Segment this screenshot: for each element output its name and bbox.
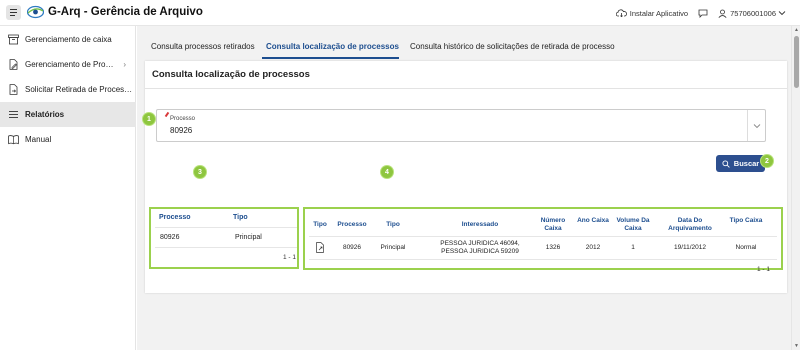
sidebar: Gerenciamento de caixa Gerenciamento de … [0, 26, 136, 350]
query-card: Consulta localização de processos Proces… [145, 61, 787, 293]
column-header: Processo [159, 214, 191, 221]
cell-tipo: Principal [380, 244, 406, 251]
main-content: Consulta processos retirados Consulta lo… [137, 26, 791, 350]
badge-4: 4 [380, 165, 394, 179]
page-scrollbar[interactable]: ▲ ▼ [791, 26, 800, 350]
tab-bar: Consulta processos retirados Consulta lo… [137, 26, 791, 59]
search-button-label: Buscar [733, 159, 760, 168]
column-header: Tipo [233, 214, 248, 221]
column-header: Tipo [386, 221, 400, 228]
sidebar-item-relatorios[interactable]: Relatórios [0, 102, 136, 127]
divider [155, 247, 297, 248]
logo-icon [27, 5, 44, 19]
chevron-down-icon [753, 123, 760, 128]
user-menu[interactable]: 75706001006 [730, 9, 776, 18]
list-icon [9, 111, 18, 118]
column-header: Ano Caixa [577, 217, 609, 224]
cell-interessado-line2: PESSOA JURIDICA 59209 [441, 248, 519, 255]
scroll-thumb[interactable] [794, 36, 799, 88]
pagination: 1 - 1 [757, 266, 771, 273]
dropdown-toggle[interactable] [747, 110, 765, 141]
chevron-right-icon: › [123, 60, 126, 69]
document-link-icon[interactable] [315, 242, 325, 253]
sidebar-item-label: Solicitar Retirada de Proces… [25, 85, 133, 94]
process-select[interactable]: Processo 80926 [156, 109, 766, 142]
card-title: Consulta localização de processos [152, 69, 310, 80]
book-icon [8, 135, 19, 145]
scroll-up-icon[interactable]: ▲ [794, 27, 799, 33]
sidebar-item-label: Gerenciamento de Pro… [25, 60, 114, 69]
column-header: Data Do Arquivamento [668, 217, 712, 232]
cell-data-arquivamento: 19/11/2012 [673, 244, 707, 251]
document-arrow-icon [9, 84, 18, 95]
search-icon [722, 159, 730, 168]
scroll-down-icon[interactable]: ▼ [794, 343, 799, 349]
chat-icon[interactable] [698, 9, 708, 18]
divider [309, 236, 777, 237]
divider [309, 259, 777, 260]
active-tab-indicator [262, 57, 399, 59]
column-header: Interessado [461, 221, 499, 228]
column-header: Número Caixa [540, 217, 566, 232]
column-header: Tipo Caixa [729, 217, 763, 224]
sidebar-item-label: Manual [25, 135, 52, 144]
header-actions: Instalar Aplicativo 75706001006 [615, 0, 800, 26]
app-title: G-Arq - Gerência de Arquivo [48, 6, 203, 18]
pagination: 1 - 1 [283, 254, 297, 261]
user-icon [718, 9, 727, 18]
sidebar-item-solicitar-retirada[interactable]: Solicitar Retirada de Proces… [0, 77, 136, 102]
process-field-value: 80926 [170, 126, 193, 135]
column-header: Processo [337, 221, 367, 228]
process-field-label: Processo [170, 116, 196, 122]
badge-2: 2 [760, 154, 774, 168]
search-button[interactable]: Buscar [716, 155, 765, 172]
sidebar-item-gerenciamento-caixa[interactable]: Gerenciamento de caixa [0, 27, 136, 52]
required-marker [164, 111, 170, 118]
sidebar-item-gerenciamento-processos[interactable]: Gerenciamento de Pro… › [0, 52, 136, 77]
cell-tipo-caixa: Normal [735, 244, 757, 251]
cloud-download-icon[interactable] [615, 9, 627, 17]
divider [145, 88, 787, 89]
column-header: Volume Da Caixa [616, 217, 650, 232]
badge-1: 1 [142, 112, 156, 126]
cell-processo: 80926 [160, 234, 180, 241]
cell-ano-caixa: 2012 [585, 244, 601, 251]
tab-localizacao-processos[interactable]: Consulta localização de processos [266, 42, 399, 51]
chevron-down-icon[interactable] [778, 10, 786, 16]
tab-historico-solicitacoes[interactable]: Consulta histórico de solicitações de re… [410, 42, 615, 51]
archive-box-icon [8, 34, 19, 45]
divider [155, 227, 297, 228]
badge-3: 3 [193, 165, 207, 179]
menu-icon[interactable] [6, 5, 21, 20]
document-edit-icon [9, 59, 18, 70]
install-app-button[interactable]: Instalar Aplicativo [630, 9, 688, 18]
cell-volume-caixa: 1 [631, 244, 635, 251]
column-header: Tipo [313, 221, 327, 228]
cell-tipo: Principal [235, 234, 262, 241]
sidebar-item-label: Relatórios [25, 110, 65, 119]
top-bar: G-Arq - Gerência de Arquivo Instalar Apl… [0, 0, 800, 26]
sidebar-item-manual[interactable]: Manual [0, 127, 136, 152]
sidebar-item-label: Gerenciamento de caixa [25, 35, 112, 44]
cell-processo: 80926 [342, 244, 362, 251]
tab-processos-retirados[interactable]: Consulta processos retirados [151, 42, 255, 51]
cell-numero-caixa: 1326 [545, 244, 561, 251]
